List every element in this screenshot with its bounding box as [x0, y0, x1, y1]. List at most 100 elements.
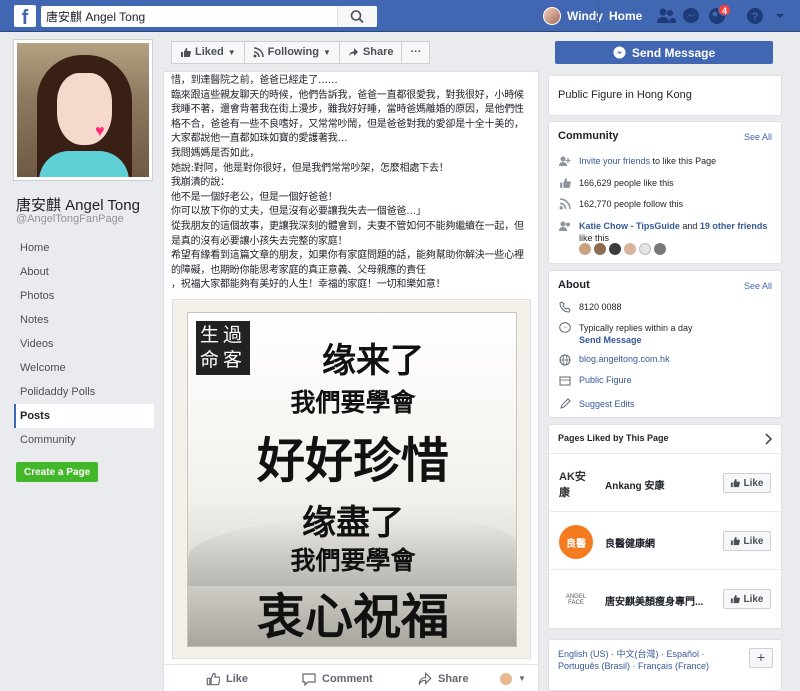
- friends-and-text: and: [679, 221, 700, 231]
- nav-item-polls[interactable]: Polidaddy Polls: [14, 380, 154, 404]
- post-like-button[interactable]: Like: [206, 672, 248, 686]
- image-line-4: 缘盡了: [302, 503, 404, 543]
- friend-requests-icon[interactable]: [656, 7, 676, 25]
- page-title[interactable]: 唐安麒 Angel Tong: [16, 194, 140, 215]
- post-share-button[interactable]: Share: [418, 671, 469, 686]
- account-dropdown-icon[interactable]: [770, 7, 790, 25]
- image-line-1: 缘来了: [322, 341, 424, 381]
- messages-icon[interactable]: [681, 7, 701, 25]
- website-link[interactable]: blog.angeltong.com.hk: [579, 354, 670, 364]
- suggest-edits-link[interactable]: Suggest Edits: [579, 399, 635, 409]
- liked-page-name[interactable]: Ankang 安康: [605, 477, 664, 492]
- liangyi-logo[interactable]: 良醫: [559, 525, 593, 559]
- language-box: English (US) · 中文(台灣) · Español · Portug…: [548, 639, 782, 691]
- post-like-label: Like: [226, 672, 249, 685]
- liked-page-name[interactable]: 良醫健康網: [605, 535, 655, 550]
- post-image-artwork: 生過命客 缘来了 我們要學會 好好珍惜 缘盡了 我們要學會 衷心祝福: [187, 312, 517, 647]
- community-title: Community: [558, 130, 619, 142]
- liked-page-name[interactable]: 唐安麒美顏瘦身專門...: [605, 593, 703, 608]
- pages-liked-box: Pages Liked by This Page AK安康 Ankang 安康 …: [548, 424, 782, 629]
- nav-item-notes[interactable]: Notes: [14, 308, 154, 332]
- add-language-button[interactable]: +: [749, 648, 773, 668]
- thumbs-up-icon: [731, 594, 741, 604]
- post-comment-label: Comment: [322, 672, 373, 685]
- language-links[interactable]: English (US) · 中文(台灣) · Español · Portug…: [558, 648, 738, 672]
- following-label: Following: [267, 46, 319, 58]
- about-send-message-link[interactable]: Send Message: [579, 335, 642, 345]
- messenger-icon: [613, 46, 626, 59]
- top-bar: f Windy Home 4 ?: [0, 0, 800, 32]
- heart-icon: ♥: [95, 123, 105, 140]
- more-options-button[interactable]: ···: [402, 41, 431, 64]
- liked-label: Liked: [195, 46, 224, 58]
- share-page-button[interactable]: Share: [339, 41, 403, 64]
- facebook-logo-icon[interactable]: f: [14, 5, 36, 27]
- post-comment-button[interactable]: Comment: [302, 672, 373, 686]
- nav-item-community[interactable]: Community: [14, 428, 154, 452]
- profile-picture[interactable]: ♥: [14, 40, 152, 180]
- like-page-button[interactable]: Like: [723, 473, 771, 493]
- about-see-all-link[interactable]: See All: [744, 281, 772, 291]
- image-line-6: 衷心祝福: [256, 589, 449, 645]
- reaction-avatar-icon: [500, 672, 512, 685]
- search-input[interactable]: [41, 6, 341, 27]
- create-page-button[interactable]: Create a Page: [16, 462, 99, 482]
- comment-icon: [302, 672, 316, 686]
- profile-picture-top: [39, 151, 129, 177]
- invite-friends-icon: [559, 156, 571, 166]
- category-box: Public Figure in Hong Kong: [548, 75, 782, 116]
- likes-thumb-icon: [560, 178, 571, 188]
- post-image[interactable]: 生過命客 缘来了 我們要學會 好好珍惜 缘盡了 我們要學會 衷心祝福: [172, 299, 531, 659]
- left-nav: Home About Photos Notes Videos Welcome P…: [14, 236, 154, 452]
- friend-name-link[interactable]: Katie Chow - TipsGuide: [579, 221, 680, 231]
- image-line-5: 我們要學會: [290, 546, 416, 575]
- invite-friends-link[interactable]: Invite your friends: [579, 156, 650, 166]
- following-button[interactable]: Following ▼: [244, 41, 340, 64]
- nav-item-welcome[interactable]: Welcome: [14, 356, 154, 380]
- notification-badge: 4: [718, 4, 732, 16]
- user-profile-link[interactable]: Windy: [543, 6, 603, 26]
- angel-face-logo[interactable]: ANGEL FACE: [559, 583, 593, 617]
- page-handle[interactable]: @AngelTongFanPage: [16, 213, 124, 225]
- nav-item-photos[interactable]: Photos: [14, 284, 154, 308]
- post-text: 惜，到達醫院之前，爸爸已經走了…… 臨來跟這些親友聊天的時候，他們告訴我，爸爸一…: [171, 75, 524, 291]
- page-category: Public Figure in Hong Kong: [558, 89, 692, 101]
- send-message-button[interactable]: Send Message: [555, 41, 773, 64]
- friends-like-row: Katie Chow - TipsGuide and 19 other frie…: [579, 220, 774, 244]
- like-label: Like: [743, 477, 764, 489]
- like-page-button[interactable]: Like: [723, 531, 771, 551]
- search-icon: [350, 10, 364, 24]
- avatar[interactable]: [579, 243, 591, 255]
- nav-item-posts[interactable]: Posts: [14, 404, 154, 428]
- category-link[interactable]: Public Figure: [579, 375, 632, 385]
- search-button[interactable]: [337, 6, 377, 27]
- share-label: Share: [362, 46, 394, 58]
- avatar[interactable]: [594, 243, 606, 255]
- globe-icon: [559, 354, 571, 366]
- like-label: Like: [743, 593, 764, 605]
- community-see-all-link[interactable]: See All: [744, 132, 772, 142]
- post-actions: Like Comment Share ▼: [164, 664, 538, 691]
- home-link[interactable]: Home: [598, 6, 642, 26]
- invite-rest: to like this Page: [650, 156, 717, 166]
- avatar[interactable]: [639, 243, 651, 255]
- avatar[interactable]: [654, 243, 666, 255]
- nav-item-about[interactable]: About: [14, 260, 154, 284]
- reaction-selector[interactable]: ▼: [500, 672, 526, 685]
- help-icon[interactable]: ?: [745, 7, 765, 25]
- chevron-right-icon[interactable]: [764, 433, 772, 445]
- likes-count: 166,629 people like this: [579, 178, 674, 188]
- phone-number: 8120 0088: [579, 302, 622, 312]
- avatar[interactable]: [624, 243, 636, 255]
- liked-button[interactable]: Liked ▼: [171, 41, 245, 64]
- nav-item-home[interactable]: Home: [14, 236, 154, 260]
- about-box: About See All 8120 0088 Typically replie…: [548, 270, 782, 418]
- ankang-logo[interactable]: AK安康: [559, 467, 593, 501]
- other-friends-link[interactable]: 19 other friends: [700, 221, 768, 231]
- pages-liked-title: Pages Liked by This Page: [558, 433, 669, 443]
- pencil-icon: [560, 398, 571, 409]
- community-box: Community See All Invite your friends to…: [548, 121, 782, 264]
- nav-item-videos[interactable]: Videos: [14, 332, 154, 356]
- like-page-button[interactable]: Like: [723, 589, 771, 609]
- avatar[interactable]: [609, 243, 621, 255]
